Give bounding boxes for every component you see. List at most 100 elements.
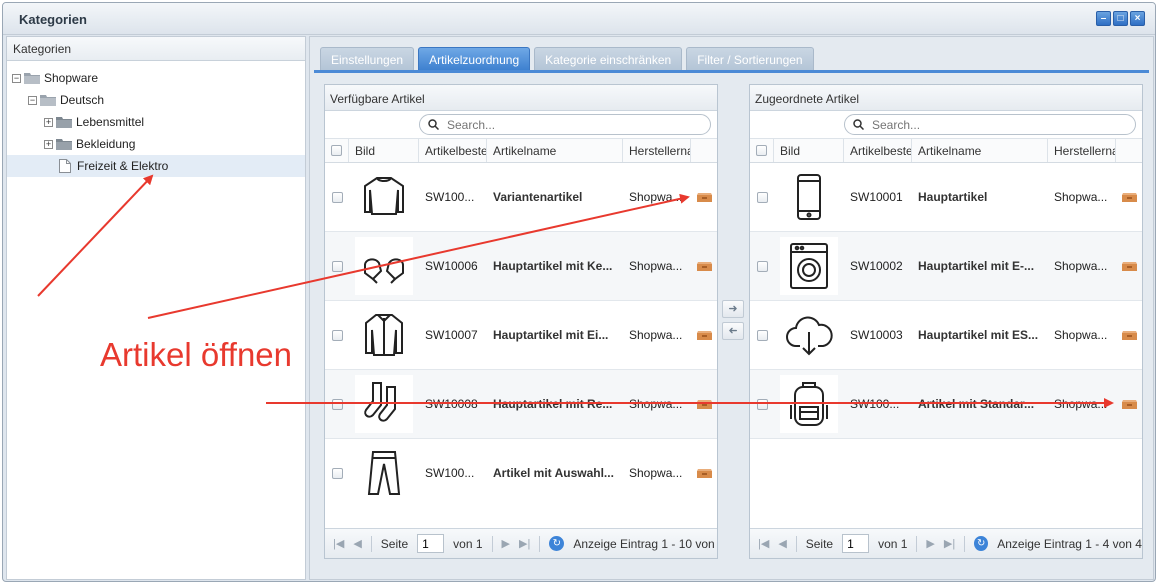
row-checkbox[interactable] (756, 260, 768, 272)
page-input[interactable] (842, 534, 870, 553)
column-header-actions (1116, 139, 1142, 162)
next-page-icon[interactable]: ▶ (502, 537, 510, 550)
minimize-icon[interactable]: – (1096, 11, 1111, 26)
table-row[interactable]: SW10006 Hauptartikel mit Ke... Shopwa... (325, 232, 717, 301)
open-article-icon[interactable] (691, 232, 717, 300)
refresh-icon[interactable]: ↻ (549, 536, 565, 551)
column-header-number[interactable]: Artikelbeste (419, 139, 487, 162)
tree-node-deutsch[interactable]: − Deutsch (7, 89, 305, 111)
column-header-image[interactable]: Bild (349, 139, 419, 162)
tab-kategorie-einschraenken[interactable]: Kategorie einschränken (534, 47, 683, 71)
folder-icon (56, 138, 72, 150)
table-row[interactable]: SW100... Variantenartikel Shopwa... (325, 163, 717, 232)
tree-node-freizeit-elektro[interactable]: Freizeit & Elektro (7, 155, 305, 177)
grid-body: SW10001 Hauptartikel Shopwa... SW10002 H… (750, 163, 1142, 505)
refresh-icon[interactable]: ↻ (974, 536, 989, 551)
tree-node-label: Lebensmittel (76, 115, 145, 129)
table-row[interactable]: SW100... Artikel mit Auswahl... Shopwa..… (325, 439, 717, 505)
last-page-icon[interactable]: ▶| (944, 537, 955, 550)
panel-title: Zugeordnete Artikel (750, 85, 1142, 111)
search-box[interactable] (844, 114, 1136, 135)
open-article-icon[interactable] (691, 301, 717, 369)
assigned-articles-panel: Zugeordnete Artikel Bild Artikelbeste Ar… (749, 84, 1143, 559)
washing-machine-icon (780, 237, 838, 295)
column-header-actions (691, 139, 717, 162)
collapse-icon[interactable]: − (28, 95, 37, 105)
tree-node-bekleidung[interactable]: + Bekleidung (7, 133, 305, 155)
open-article-icon[interactable] (691, 370, 717, 438)
search-icon (428, 119, 439, 130)
row-checkbox[interactable] (331, 329, 343, 341)
tab-bar: Einstellungen Artikelzuordnung Kategorie… (320, 47, 814, 71)
tab-einstellungen[interactable]: Einstellungen (320, 47, 415, 71)
tree-node-lebensmittel[interactable]: + Lebensmittel (7, 111, 305, 133)
backpack-icon (780, 375, 838, 433)
row-checkbox[interactable] (756, 191, 768, 203)
annotation-label: Artikel öffnen (100, 336, 293, 373)
window-title: Kategorien (19, 12, 87, 27)
arrow-right-icon[interactable]: ➜ (722, 300, 744, 318)
close-icon[interactable]: × (1130, 11, 1145, 26)
page-input[interactable] (417, 534, 445, 553)
smartphone-icon (780, 168, 838, 226)
search-input[interactable] (870, 116, 1110, 133)
tree-node-label: Bekleidung (76, 137, 136, 151)
open-article-icon[interactable] (1116, 163, 1142, 231)
row-checkbox[interactable] (756, 398, 768, 410)
prev-page-icon[interactable]: ◀ (353, 537, 361, 550)
table-row[interactable]: SW10007 Hauptartikel mit Ei... Shopwa... (325, 301, 717, 370)
open-article-icon[interactable] (1116, 232, 1142, 300)
prev-page-icon[interactable]: ◀ (778, 537, 786, 550)
available-articles-panel: Verfügbare Artikel Bild Artikelbeste Art… (324, 84, 718, 559)
select-all-checkbox[interactable] (750, 139, 774, 162)
open-article-icon[interactable] (1116, 370, 1142, 438)
expand-icon[interactable]: + (44, 117, 53, 127)
collapse-icon[interactable]: − (12, 73, 21, 83)
row-checkbox[interactable] (331, 398, 343, 410)
column-header-number[interactable]: Artikelbeste (844, 139, 912, 162)
window-controls: – □ × (1096, 11, 1145, 26)
tab-filter-sortierungen[interactable]: Filter / Sortierungen (686, 47, 814, 71)
last-page-icon[interactable]: ▶| (519, 537, 530, 550)
table-row[interactable]: SW10001 Hauptartikel Shopwa... (750, 163, 1142, 232)
open-article-icon[interactable] (691, 163, 717, 231)
row-checkbox[interactable] (331, 467, 343, 479)
detail-area: Einstellungen Artikelzuordnung Kategorie… (309, 36, 1154, 580)
select-all-checkbox[interactable] (325, 139, 349, 162)
arrow-left-icon[interactable]: ➜ (722, 322, 744, 340)
tab-strip (314, 70, 1149, 73)
column-header-manufacturer[interactable]: Herstellerna (1048, 139, 1116, 162)
next-page-icon[interactable]: ▶ (926, 537, 934, 550)
table-row[interactable]: SW10003 Hauptartikel mit ES... Shopwa... (750, 301, 1142, 370)
table-row[interactable]: SW10002 Hauptartikel mit E-... Shopwa... (750, 232, 1142, 301)
search-input[interactable] (445, 116, 685, 133)
folder-icon (40, 94, 56, 106)
search-box[interactable] (419, 114, 711, 135)
window-titlebar[interactable]: Kategorien – □ × (3, 3, 1155, 35)
first-page-icon[interactable]: |◀ (758, 537, 769, 550)
pagination-bar: |◀ ◀ Seite von 1 ▶ ▶| ↻ Anzeige Eintrag … (325, 528, 717, 558)
file-icon (59, 159, 71, 173)
column-header-manufacturer[interactable]: Herstellerna (623, 139, 691, 162)
row-checkbox[interactable] (331, 191, 343, 203)
first-page-icon[interactable]: |◀ (333, 537, 344, 550)
gloves-icon (355, 237, 413, 295)
tab-artikelzuordnung[interactable]: Artikelzuordnung (418, 47, 531, 71)
tree-node-shopware[interactable]: − Shopware (7, 67, 305, 89)
maximize-icon[interactable]: □ (1113, 11, 1128, 26)
search-bar (750, 111, 1142, 139)
trousers-icon (355, 444, 413, 502)
column-header-name[interactable]: Artikelname (912, 139, 1048, 162)
table-row[interactable]: SW10008 Hauptartikel mit Re... Shopwa... (325, 370, 717, 439)
tree-header: Kategorien (7, 37, 305, 61)
expand-icon[interactable]: + (44, 139, 53, 149)
table-row[interactable]: SW100... Artikel mit Standar... Shopwa..… (750, 370, 1142, 439)
tree-node-label: Shopware (44, 71, 99, 85)
column-header-name[interactable]: Artikelname (487, 139, 623, 162)
column-header-image[interactable]: Bild (774, 139, 844, 162)
row-checkbox[interactable] (756, 329, 768, 341)
open-article-icon[interactable] (1116, 301, 1142, 369)
display-info: Anzeige Eintrag 1 - 10 von (573, 536, 715, 551)
row-checkbox[interactable] (331, 260, 343, 272)
open-article-icon[interactable] (691, 439, 717, 505)
